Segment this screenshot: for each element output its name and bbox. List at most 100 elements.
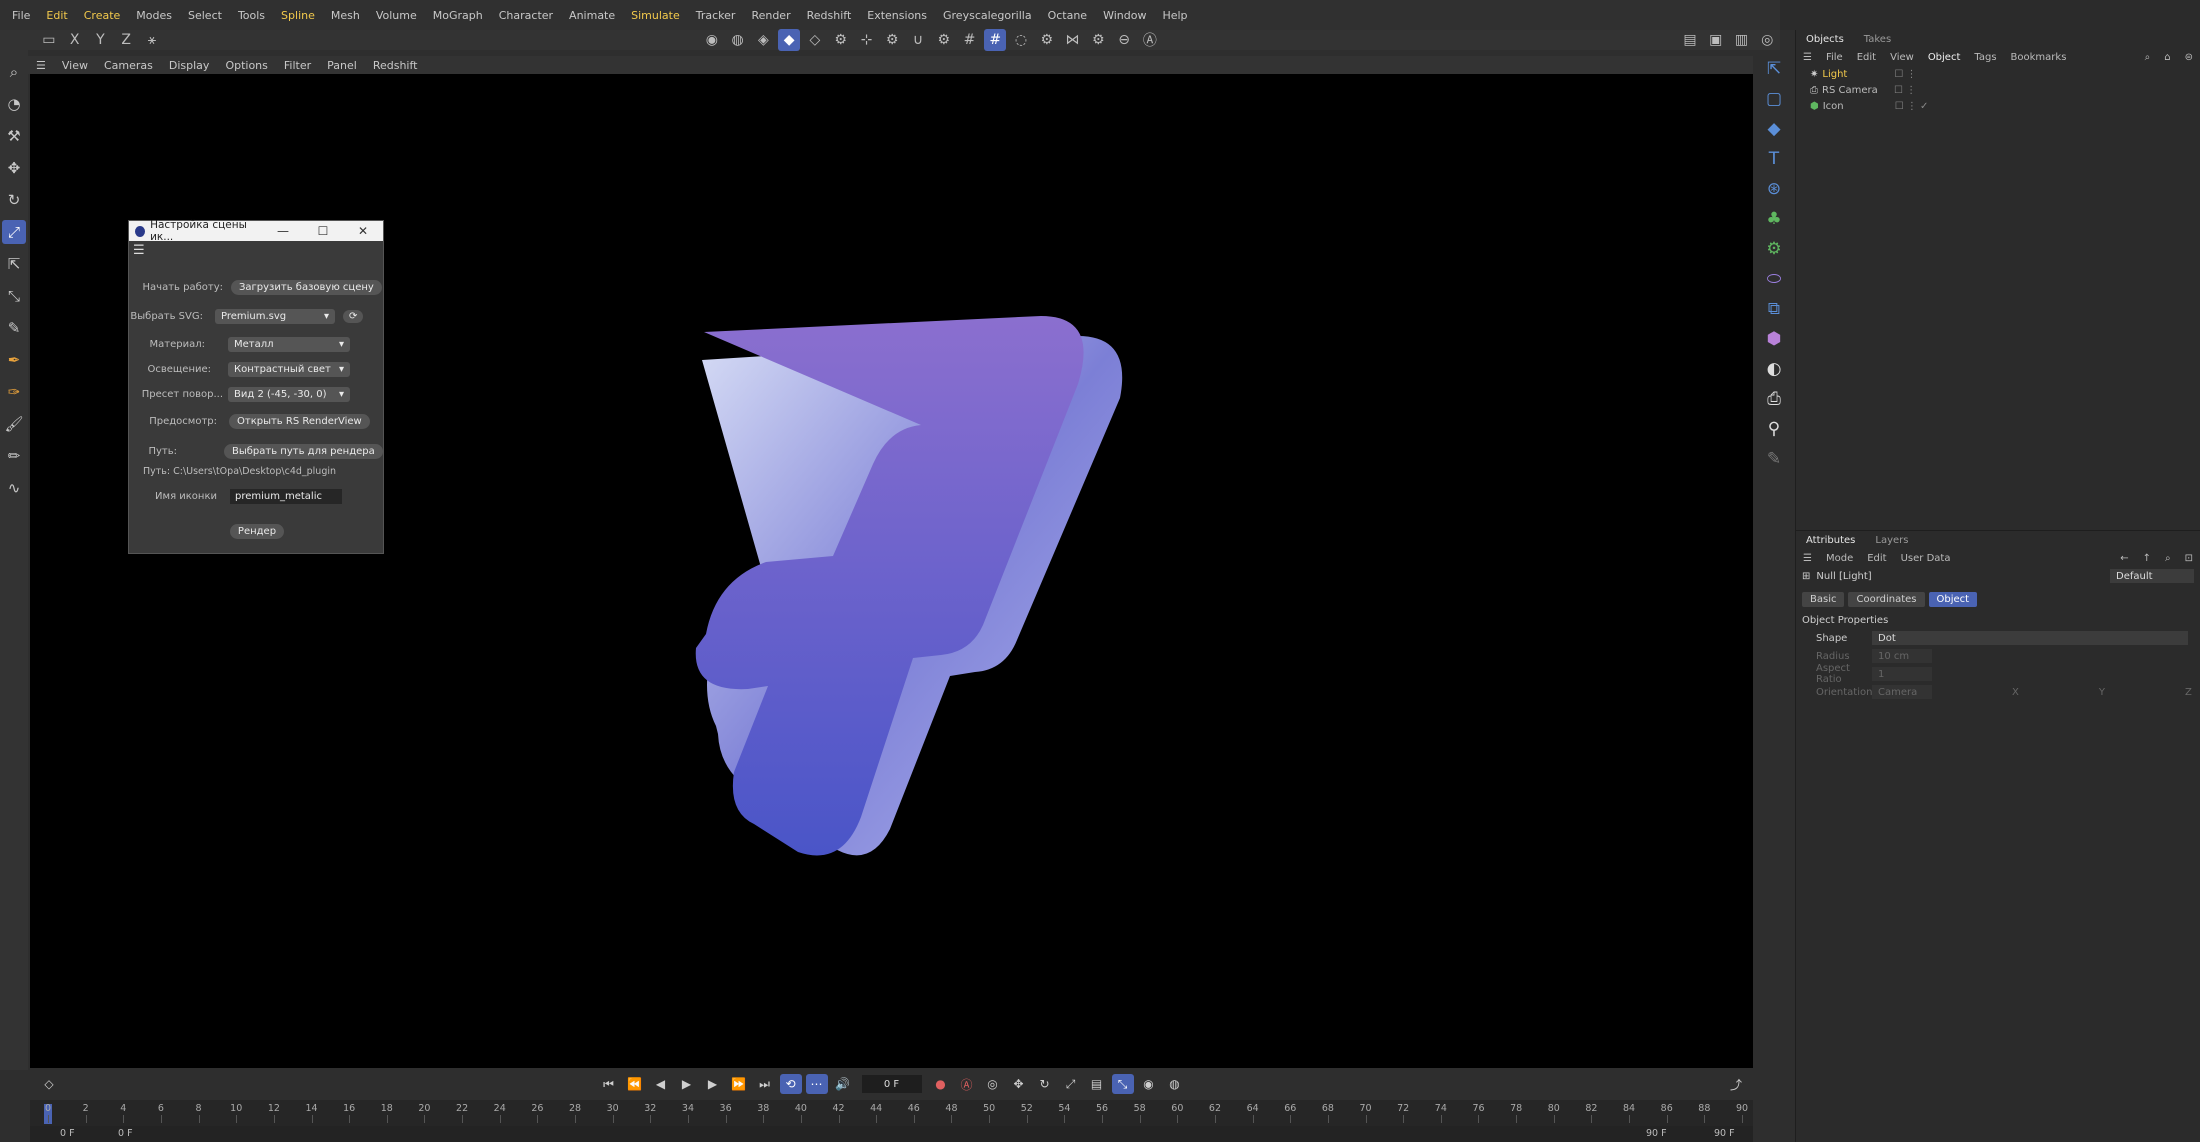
frame-ruler[interactable]: 0 2 4 6 8 10 12 14 16 18 20 22 24 26 28 30 32 34 36 38 40 42 4… [30,1100,1753,1126]
viewport-menu-view[interactable]: View [54,59,96,72]
viewport-menu-display[interactable]: Display [161,59,218,72]
graph-editor-icon[interactable]: ⤴ [1725,1074,1747,1094]
point-level-icon[interactable]: ⤡ [1111,1074,1134,1094]
property-value[interactable]: Camera [1872,685,1932,699]
viewport-menu-panel[interactable]: Panel [319,59,365,72]
end-frame[interactable]: 90 F [1714,1128,1735,1139]
visibility-toggles[interactable]: ☐ ⋮ [1894,69,1916,80]
undo-icon[interactable]: ▭ [38,29,60,51]
up-arrow-icon[interactable]: ↑ [2136,553,2158,564]
search-icon[interactable]: ⌕ [2138,52,2158,63]
start-frame[interactable]: 0 F [60,1128,75,1139]
menu-mograph[interactable]: MoGraph [425,9,491,22]
deformer-icon[interactable]: ⬭ [1761,266,1787,292]
loop-icon[interactable]: ⟲ [779,1074,802,1094]
menu-create[interactable]: Create [76,9,129,22]
motion-system-icon[interactable]: ◍ [1164,1074,1186,1094]
axis-z-button[interactable]: Z [115,29,137,51]
next-key-icon[interactable]: ⏩ [728,1074,750,1094]
viewport-menu-options[interactable]: Options [217,59,275,72]
field-icon[interactable]: ⧉ [1761,296,1787,322]
smooth-icon[interactable]: ∿ [2,476,26,500]
effector-icon[interactable]: ⚙ [1761,236,1787,262]
search-icon[interactable]: ⌕ [2,60,26,84]
rotation-preset-select[interactable]: Вид 2 (-45, -30, 0) ▾ [228,386,350,402]
render-settings-icon[interactable]: ⚙ [1036,29,1058,51]
object-row[interactable]: ✷ Light ☐ ⋮ [1796,66,2200,82]
tag-icon[interactable]: ✎ [1761,446,1787,472]
preset-select[interactable]: Default [2110,569,2194,583]
menu-window[interactable]: Window [1095,9,1154,22]
open-renderview-button[interactable]: Открыть RS RenderView [229,413,370,429]
prev-frame-icon[interactable]: ◀ [650,1074,672,1094]
render-view-icon[interactable]: ▤ [1679,29,1701,51]
rotation-key-icon[interactable]: ↻ [1034,1074,1056,1094]
pointer-icon[interactable]: ⇱ [1761,56,1787,82]
next-frame-icon[interactable]: ▶ [702,1074,724,1094]
back-arrow-icon[interactable]: ← [2113,553,2135,564]
menu-select[interactable]: Select [180,9,230,22]
record-icon[interactable]: ● [930,1074,952,1094]
points-mode-icon[interactable]: ◉ [701,29,723,51]
go-to-end-icon[interactable]: ⏭ [754,1074,776,1094]
position-key-icon[interactable]: ✥ [1008,1074,1030,1094]
subtab-basic[interactable]: Basic [1802,591,1845,607]
magnet-settings-icon[interactable]: ⚙ [933,29,955,51]
minimize-icon[interactable]: — [263,224,303,238]
scale-icon[interactable]: ⤢ [2,220,26,244]
model-mode-icon[interactable]: ◆ [778,29,801,51]
menu-octane[interactable]: Octane [1040,9,1096,22]
cube-outline-icon[interactable]: ▢ [1761,86,1787,112]
menu-mesh[interactable]: Mesh [323,9,368,22]
visibility-toggles[interactable]: ☐ ⋮ ✓ [1895,101,1929,112]
menu-edit[interactable]: Edit [38,9,75,22]
quantize-icon[interactable]: ◌ [1010,29,1032,51]
attr-hamburger-icon[interactable]: ☰ [1796,553,1819,564]
polygons-mode-icon[interactable]: ◈ [752,29,774,51]
menu-help[interactable]: Help [1154,9,1195,22]
menu-greyscalegorilla[interactable]: Greyscalegorilla [935,9,1040,22]
property-value[interactable]: Dot [1872,631,2188,645]
object-row[interactable]: ⬢ Icon ☐ ⋮ ✓ [1796,98,2200,114]
tab-objects[interactable]: Objects [1796,34,1854,45]
object-row[interactable]: ⎙ RS Camera ☐ ⋮ [1796,82,2200,98]
render-button[interactable]: Рендер [229,523,285,539]
camera-icon[interactable]: ⎙ [1761,386,1787,412]
home-icon[interactable]: ⌂ [2157,52,2177,63]
menu-modes[interactable]: Modes [128,9,180,22]
icon-name-input[interactable]: premium_metalic [230,488,342,504]
load-base-scene-button[interactable]: Загрузить базовую сцену [231,279,382,295]
material-select[interactable]: Металл ▾ [228,336,350,352]
keyframe-selection-icon[interactable]: ◎ [982,1074,1004,1094]
sound-icon[interactable]: 🔊 [832,1074,854,1094]
filter-icon[interactable]: ⊜ [2178,52,2200,63]
spline-icon[interactable]: ⊛ [1761,176,1787,202]
lock-icon[interactable]: ⊡ [2178,553,2200,564]
attr-menu-mode[interactable]: Mode [1819,553,1860,564]
texture-mode-icon[interactable]: ◇ [804,29,826,51]
min-frame[interactable]: 0 F [118,1128,133,1139]
param-key-icon[interactable]: ▤ [1086,1074,1108,1094]
render-queue-icon[interactable]: ▥ [1731,29,1753,51]
menu-simulate[interactable]: Simulate [623,9,688,22]
snap-icon[interactable]: ⚙ [830,29,852,51]
current-frame-field[interactable]: 0 F [861,1075,922,1093]
viewport-hamburger-icon[interactable]: ☰ [28,59,54,72]
property-value[interactable]: 10 cm [1872,649,1932,663]
axis-y-button[interactable]: Y [90,29,112,51]
symmetry-icon[interactable]: ⋈ [1062,29,1084,51]
go-to-start-icon[interactable]: ⏮ [598,1074,620,1094]
tab-attributes[interactable]: Attributes [1796,535,1865,546]
light-icon[interactable]: ⚲ [1761,416,1787,442]
objects-menu-bookmarks[interactable]: Bookmarks [2004,52,2074,63]
objects-menu-view[interactable]: View [1883,52,1921,63]
objects-menu-edit[interactable]: Edit [1850,52,1883,63]
viewport-menu-filter[interactable]: Filter [276,59,319,72]
menu-extensions[interactable]: Extensions [859,9,935,22]
render-picture-icon[interactable]: ▣ [1705,29,1727,51]
pencil-icon[interactable]: ✏ [2,444,26,468]
motion-clip-icon[interactable]: ◉ [1138,1074,1160,1094]
volume-icon[interactable]: ⬢ [1761,326,1787,352]
maximize-icon[interactable]: ☐ [303,224,343,238]
tab-layers[interactable]: Layers [1865,535,1918,546]
